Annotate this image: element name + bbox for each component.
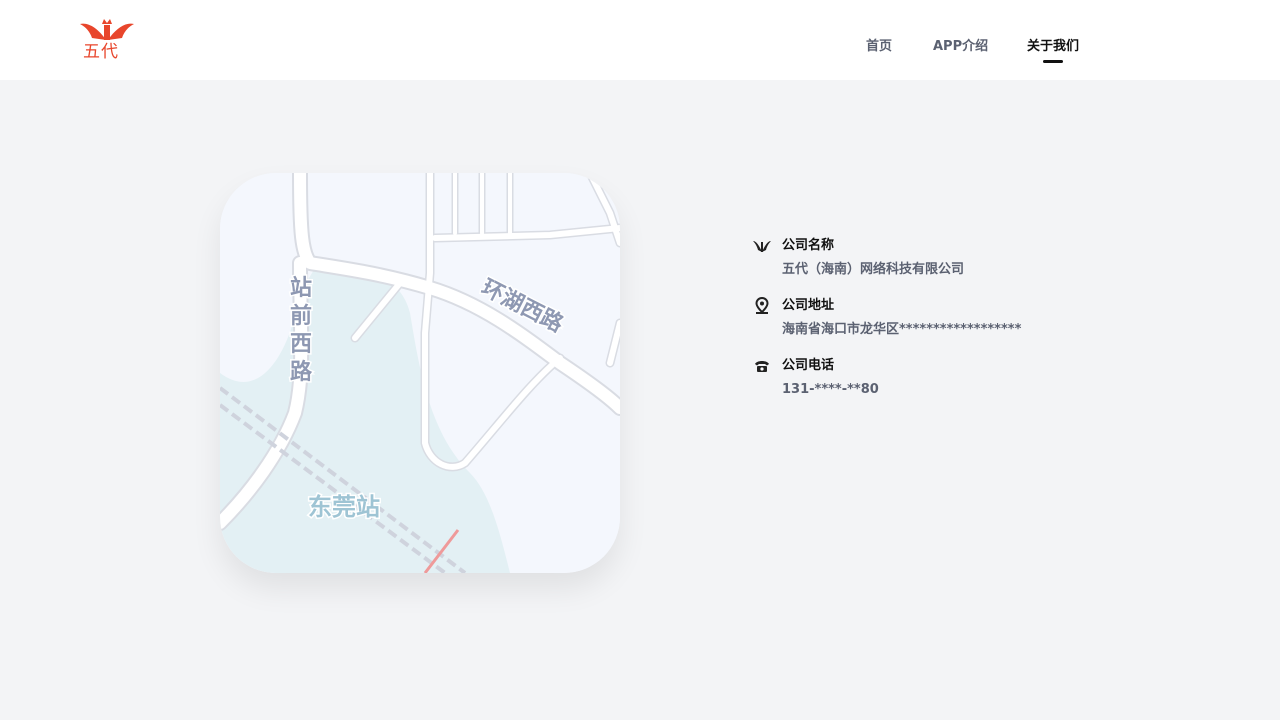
top-header: 五代 首页 APP介绍 关于我们 [0,0,1280,80]
map-label-road-2-char-4: 路 [290,359,313,385]
map-label-station: 东莞站 [308,493,380,521]
nav-item-app-intro[interactable]: APP介绍 [933,37,988,57]
nav-item-home[interactable]: 首页 [866,37,892,57]
company-address-value: 海南省海口市龙华区****************** [782,322,1022,337]
brand-logo[interactable]: 五代 [78,18,136,66]
wings-icon [753,241,771,252]
company-name-value: 五代（海南）网络科技有限公司 [782,262,965,277]
company-phone-value[interactable]: 131-****-**80 [782,380,879,400]
company-name-label: 公司名称 [782,238,835,253]
map-label-road-2-char-2: 前 [290,303,312,329]
telephone-icon [755,361,769,372]
company-location-map[interactable]: 环湖西路 站 前 西 路 东莞站 [220,173,620,573]
active-nav-indicator [1043,60,1063,63]
map-label-road-2-char-1: 站 [290,276,312,301]
logo-text: 五代 [83,42,119,62]
map-label-road-2-char-3: 西 [290,332,312,357]
location-pin-icon [755,296,769,314]
map-canvas: 环湖西路 站 前 西 路 东莞站 [220,173,620,573]
company-address-label: 公司地址 [782,298,835,313]
company-phone-label: 公司电话 [782,358,835,373]
nav-item-about-us[interactable]: 关于我们 [1027,37,1079,57]
